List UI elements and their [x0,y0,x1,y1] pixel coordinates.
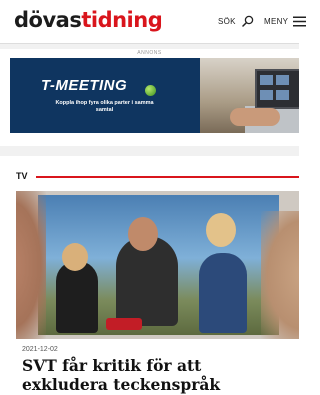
menu-button[interactable]: MENY [264,13,307,29]
person-boy [199,253,247,333]
ad-tagline: Koppla ihop fyra olika parter i samma sa… [55,100,154,113]
person-girl [56,261,98,333]
ad-logo-dot-icon [145,85,156,96]
search-icon [242,15,254,27]
header-separator [0,44,299,49]
ad-label: ANNONS [137,50,162,56]
ad-photo [200,58,299,133]
foreground-blur-right [261,211,299,339]
site-header: dövastidning SÖK MENY [0,0,307,44]
ad-banner[interactable]: T-MEETING Koppla ihop fyra olika parter … [10,58,299,133]
site-logo[interactable]: dövastidning [14,6,163,34]
article-title[interactable]: SVT får kritik för att exkludera teckens… [22,356,292,394]
video-tile [260,75,273,85]
person-girl-head [62,243,88,271]
foreground-blur-left [16,191,46,339]
video-tile [276,90,289,100]
menu-icon [293,16,307,26]
search-label: SÖK [218,16,236,26]
ad-hands [230,108,280,126]
video-tile [276,75,289,85]
logo-part-2: tidning [81,8,163,32]
logo-part-1: dövas [14,8,82,32]
menu-label: MENY [264,16,289,26]
article-image[interactable] [16,191,299,339]
search-button[interactable]: SÖK [218,13,254,29]
ad-laptop [255,69,299,109]
video-tile [260,90,273,100]
section-rule [36,176,299,178]
red-object [106,318,142,330]
person-man-head [128,217,158,251]
article-date: 2021-12-02 [22,346,58,353]
section-separator [0,146,299,156]
person-boy-head [206,213,236,247]
ad-brand: T-MEETING [41,77,128,94]
section-heading[interactable]: TV [16,171,28,181]
